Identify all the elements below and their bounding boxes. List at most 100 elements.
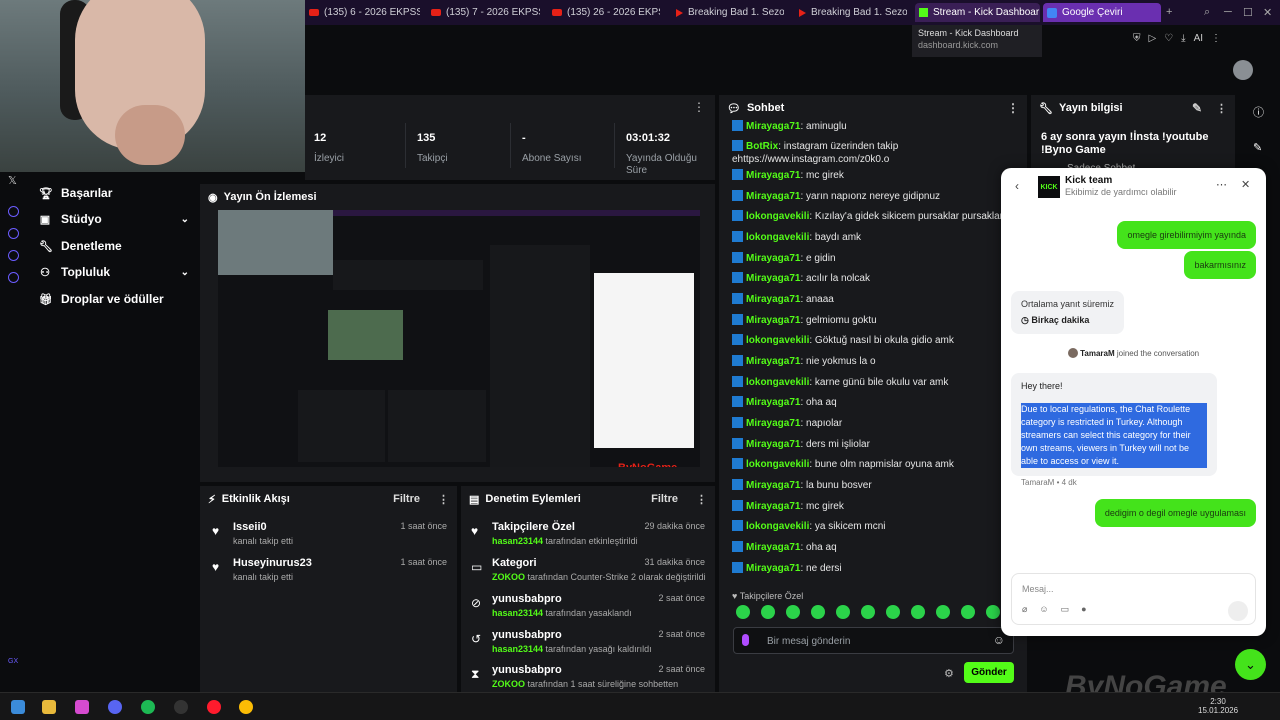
extensions-icon[interactable] xyxy=(8,250,19,261)
moderation-row[interactable]: ♥ Takipçilere Özel hasan23144 tarafından e… xyxy=(471,521,705,555)
avatar[interactable] xyxy=(1233,60,1253,80)
sidebar-item-moderation[interactable]: 🔧︎ Denetleme xyxy=(39,239,189,253)
chat-username[interactable]: lokongavekili xyxy=(746,377,809,388)
moderation-row[interactable]: ⊘ yunusbabpro hasan23144 tarafından yasakl… xyxy=(471,593,705,627)
play-icon[interactable]: ▷ xyxy=(1149,33,1157,44)
chrome-icon[interactable] xyxy=(239,700,253,714)
discord-icon[interactable] xyxy=(108,700,122,714)
attach-icon[interactable]: ⌀ xyxy=(1022,604,1027,615)
emote-icon[interactable] xyxy=(836,605,850,619)
chat-username[interactable]: lokongavekili xyxy=(746,521,809,532)
send-icon[interactable] xyxy=(1228,601,1248,621)
chat-username[interactable]: Mirayaga71 xyxy=(746,439,800,450)
emote-icon[interactable] xyxy=(786,605,800,619)
obs-icon[interactable] xyxy=(174,700,188,714)
browser-tab[interactable]: (135) 26 - 2026 EKPSS - xyxy=(548,3,660,22)
close-window-icon[interactable]: ✕ xyxy=(1263,6,1272,19)
chat-username[interactable]: Mirayaga71 xyxy=(746,170,800,181)
menu-icon[interactable]: ⋮ xyxy=(696,493,707,506)
edit-icon[interactable]: ✎ xyxy=(1253,141,1262,154)
close-icon[interactable]: ✕ xyxy=(1241,178,1250,191)
info-icon[interactable]: ⓘ xyxy=(1253,104,1264,120)
history-icon[interactable] xyxy=(8,228,19,239)
search-icon[interactable]: ⌕ xyxy=(1204,6,1210,19)
emoji-icon[interactable]: ☺ xyxy=(993,633,1005,647)
new-tab-icon[interactable]: + xyxy=(1166,6,1172,18)
browser-tab[interactable]: (135) 6 - 2026 EKPSS - xyxy=(305,3,420,22)
menu-icon[interactable]: ⋮ xyxy=(1007,101,1019,115)
activity-row[interactable]: ♥ Isseii0 kanalı takip etti 1 saat önce xyxy=(210,521,447,555)
sidebar-item-drops[interactable]: 🎁︎ Droplar ve ödüller xyxy=(39,292,189,306)
chat-username[interactable]: Mirayaga71 xyxy=(746,294,800,305)
chat-username[interactable]: Mirayaga71 xyxy=(746,542,800,553)
browser-tab[interactable]: (135) 7 - 2026 EKPSS - Tr xyxy=(427,3,540,22)
moderation-row[interactable]: ▭ Kategori ZOKOO tarafından Counter-Strike… xyxy=(471,557,706,591)
chat-username[interactable]: Mirayaga71 xyxy=(746,191,800,202)
browser-tab[interactable]: Breaking Bad 1. Sezon 3. xyxy=(795,3,907,22)
menu-icon[interactable]: ⋮ xyxy=(693,100,705,114)
chat-username[interactable]: lokongavekili xyxy=(746,211,809,222)
gif-icon[interactable]: ▭ xyxy=(1061,604,1070,615)
emote-icon[interactable] xyxy=(986,605,1000,619)
browser-tab-active[interactable]: Stream - Kick Dashboar✕ xyxy=(915,3,1040,22)
explorer-icon[interactable] xyxy=(42,700,56,714)
activity-row[interactable]: ♥ Huseyinurus23 kanalı takip etti 1 saat… xyxy=(210,557,447,591)
chat-username[interactable]: Mirayaga71 xyxy=(746,418,800,429)
browser-tab[interactable]: Breaking Bad 1. Sezon 1. xyxy=(672,3,784,22)
browser-tab[interactable]: Google Çeviri xyxy=(1043,3,1161,22)
chat-username[interactable]: lokongavekili xyxy=(746,335,809,346)
menu-icon[interactable]: ⋮ xyxy=(1211,33,1221,44)
chat-username[interactable]: BotRix xyxy=(746,141,778,152)
menu-icon[interactable]: ⋮ xyxy=(1216,102,1227,115)
more-icon[interactable]: ⋯ xyxy=(1216,178,1227,191)
chat-username[interactable]: Mirayaga71 xyxy=(746,397,800,408)
chat-username[interactable]: Mirayaga71 xyxy=(746,253,800,264)
shield-icon[interactable]: ⛨ xyxy=(1133,33,1141,44)
chat-username[interactable]: Mirayaga71 xyxy=(746,121,800,132)
start-icon[interactable] xyxy=(11,700,25,714)
settings-icon[interactable] xyxy=(8,272,19,283)
emote-icon[interactable] xyxy=(886,605,900,619)
sidebar-item-achievements[interactable]: 🏆︎ Başarılar xyxy=(39,186,189,200)
chat-username[interactable]: Mirayaga71 xyxy=(746,273,800,284)
chat-username[interactable]: lokongavekili xyxy=(746,459,809,470)
maximize-icon[interactable]: ☐ xyxy=(1243,6,1253,19)
sidebar-app-icon[interactable] xyxy=(8,206,19,217)
gear-icon[interactable]: ⚙︎ xyxy=(944,667,954,680)
emote-icon[interactable] xyxy=(811,605,825,619)
x-icon[interactable]: 𝕏 xyxy=(8,174,17,187)
chat-username[interactable]: Mirayaga71 xyxy=(746,563,800,574)
filter-button[interactable]: Filtre xyxy=(393,493,420,505)
moderation-row[interactable]: ↺ yunusbabpro hasan23144 tarafından yasağı… xyxy=(471,629,705,663)
emote-icon[interactable] xyxy=(861,605,875,619)
stream-preview-image[interactable]: ByNoGame xyxy=(218,210,700,467)
support-toggle-button[interactable]: ⌄ xyxy=(1235,649,1266,680)
chat-username[interactable]: lokongavekili xyxy=(746,232,809,243)
download-icon[interactable]: ⤓ xyxy=(1181,33,1185,44)
chat-username[interactable]: Mirayaga71 xyxy=(746,356,800,367)
filter-button[interactable]: Filtre xyxy=(651,493,678,505)
emote-icon[interactable] xyxy=(761,605,775,619)
minimize-icon[interactable]: ─ xyxy=(1224,6,1232,18)
chat-input[interactable]: Bir mesaj gönderin ☺ xyxy=(733,627,1014,654)
emote-icon[interactable] xyxy=(736,605,750,619)
emote-icon[interactable] xyxy=(911,605,925,619)
opera-gx-icon[interactable] xyxy=(207,700,221,714)
mic-icon[interactable] xyxy=(742,634,749,646)
sidebar-item-community[interactable]: ⚇ Topluluk ⌄ xyxy=(39,265,189,279)
chat-username[interactable]: Mirayaga71 xyxy=(746,480,800,491)
support-message-input[interactable]: Mesaj... ⌀ ☺ ▭ ● xyxy=(1011,573,1256,625)
emote-icon[interactable] xyxy=(961,605,975,619)
menu-icon[interactable]: ⋮ xyxy=(438,493,449,506)
spotify-icon[interactable] xyxy=(141,700,155,714)
sidebar-item-studio[interactable]: ▣ Stüdyo ⌄ xyxy=(39,212,189,226)
heart-icon[interactable]: ♡ xyxy=(1164,33,1173,44)
copilot-icon[interactable] xyxy=(75,700,89,714)
back-icon[interactable]: ‹ xyxy=(1015,179,1019,193)
ai-button[interactable]: AI xyxy=(1194,33,1203,44)
emoji-icon[interactable]: ☺ xyxy=(1039,604,1048,615)
emote-icon[interactable] xyxy=(936,605,950,619)
send-button[interactable]: Gönder xyxy=(964,662,1014,683)
mic-icon[interactable]: ● xyxy=(1081,604,1086,615)
chat-username[interactable]: Mirayaga71 xyxy=(746,315,800,326)
